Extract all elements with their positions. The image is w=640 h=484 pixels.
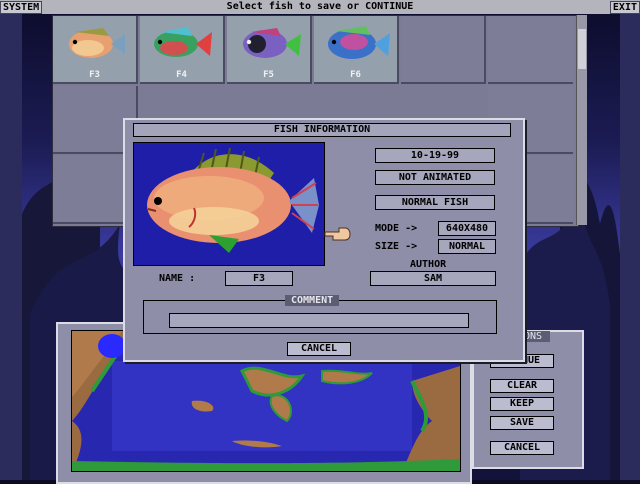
fish-type-field: NORMAL FISH [375, 195, 495, 210]
grid-scrollbar[interactable] [576, 15, 587, 225]
save-button[interactable]: SAVE [490, 416, 554, 430]
screen-title: Select fish to save or CONTINUE [226, 1, 414, 12]
fish-preview-icon [134, 143, 324, 265]
menu-bar: SYSTEM Select fish to save or CONTINUE E… [0, 0, 640, 15]
fish-slot-2[interactable]: F4 [140, 16, 225, 84]
comment-field[interactable] [169, 313, 469, 328]
author-label: AUTHOR [410, 259, 447, 270]
fish-slot-empty[interactable] [401, 16, 486, 84]
animation-field: NOT ANIMATED [375, 170, 495, 185]
scrollbar-thumb[interactable] [578, 29, 586, 69]
fish-preview [133, 142, 325, 266]
pointing-hand-icon [324, 227, 351, 241]
left-frame [0, 14, 22, 480]
fish-thumbnail-icon [154, 27, 212, 57]
name-field[interactable]: F3 [225, 271, 293, 286]
size-label: SIZE -> [375, 241, 418, 252]
fish-slot-3[interactable]: F5 [227, 16, 312, 84]
author-field: SAM [370, 271, 496, 286]
fish-thumbnail-icon [69, 28, 125, 58]
fish-slot-label: F5 [263, 70, 274, 80]
mode-value[interactable]: 640X480 [438, 221, 496, 236]
clear-button[interactable]: CLEAR [490, 379, 554, 393]
name-label: NAME : [159, 273, 196, 284]
fish-slot-empty[interactable] [488, 16, 573, 84]
fish-slot-label: F6 [350, 70, 361, 80]
fish-thumbnail-icon [328, 26, 390, 59]
fish-information-dialog: FISH INFORMATION 10-19-99 NOT ANIMATED N… [123, 118, 525, 362]
size-value[interactable]: NORMAL [438, 239, 496, 254]
mode-label: MODE -> [375, 223, 418, 234]
fish-slot-label: F3 [89, 70, 100, 80]
keep-button[interactable]: KEEP [490, 397, 554, 411]
fish-slot-4[interactable]: F6 [314, 16, 399, 84]
dialog-cancel-button[interactable]: CANCEL [287, 342, 351, 356]
dialog-title: FISH INFORMATION [133, 123, 511, 137]
fish-slot-label: F4 [176, 70, 187, 80]
fish-slot-1[interactable]: F3 [53, 16, 138, 84]
options-cancel-button[interactable]: CANCEL [490, 441, 554, 455]
fish-thumbnail-icon [243, 28, 301, 58]
date-field: 10-19-99 [375, 148, 495, 163]
comment-label: COMMENT [285, 295, 340, 306]
exit-button[interactable]: EXIT [609, 1, 640, 14]
right-frame [620, 14, 640, 480]
